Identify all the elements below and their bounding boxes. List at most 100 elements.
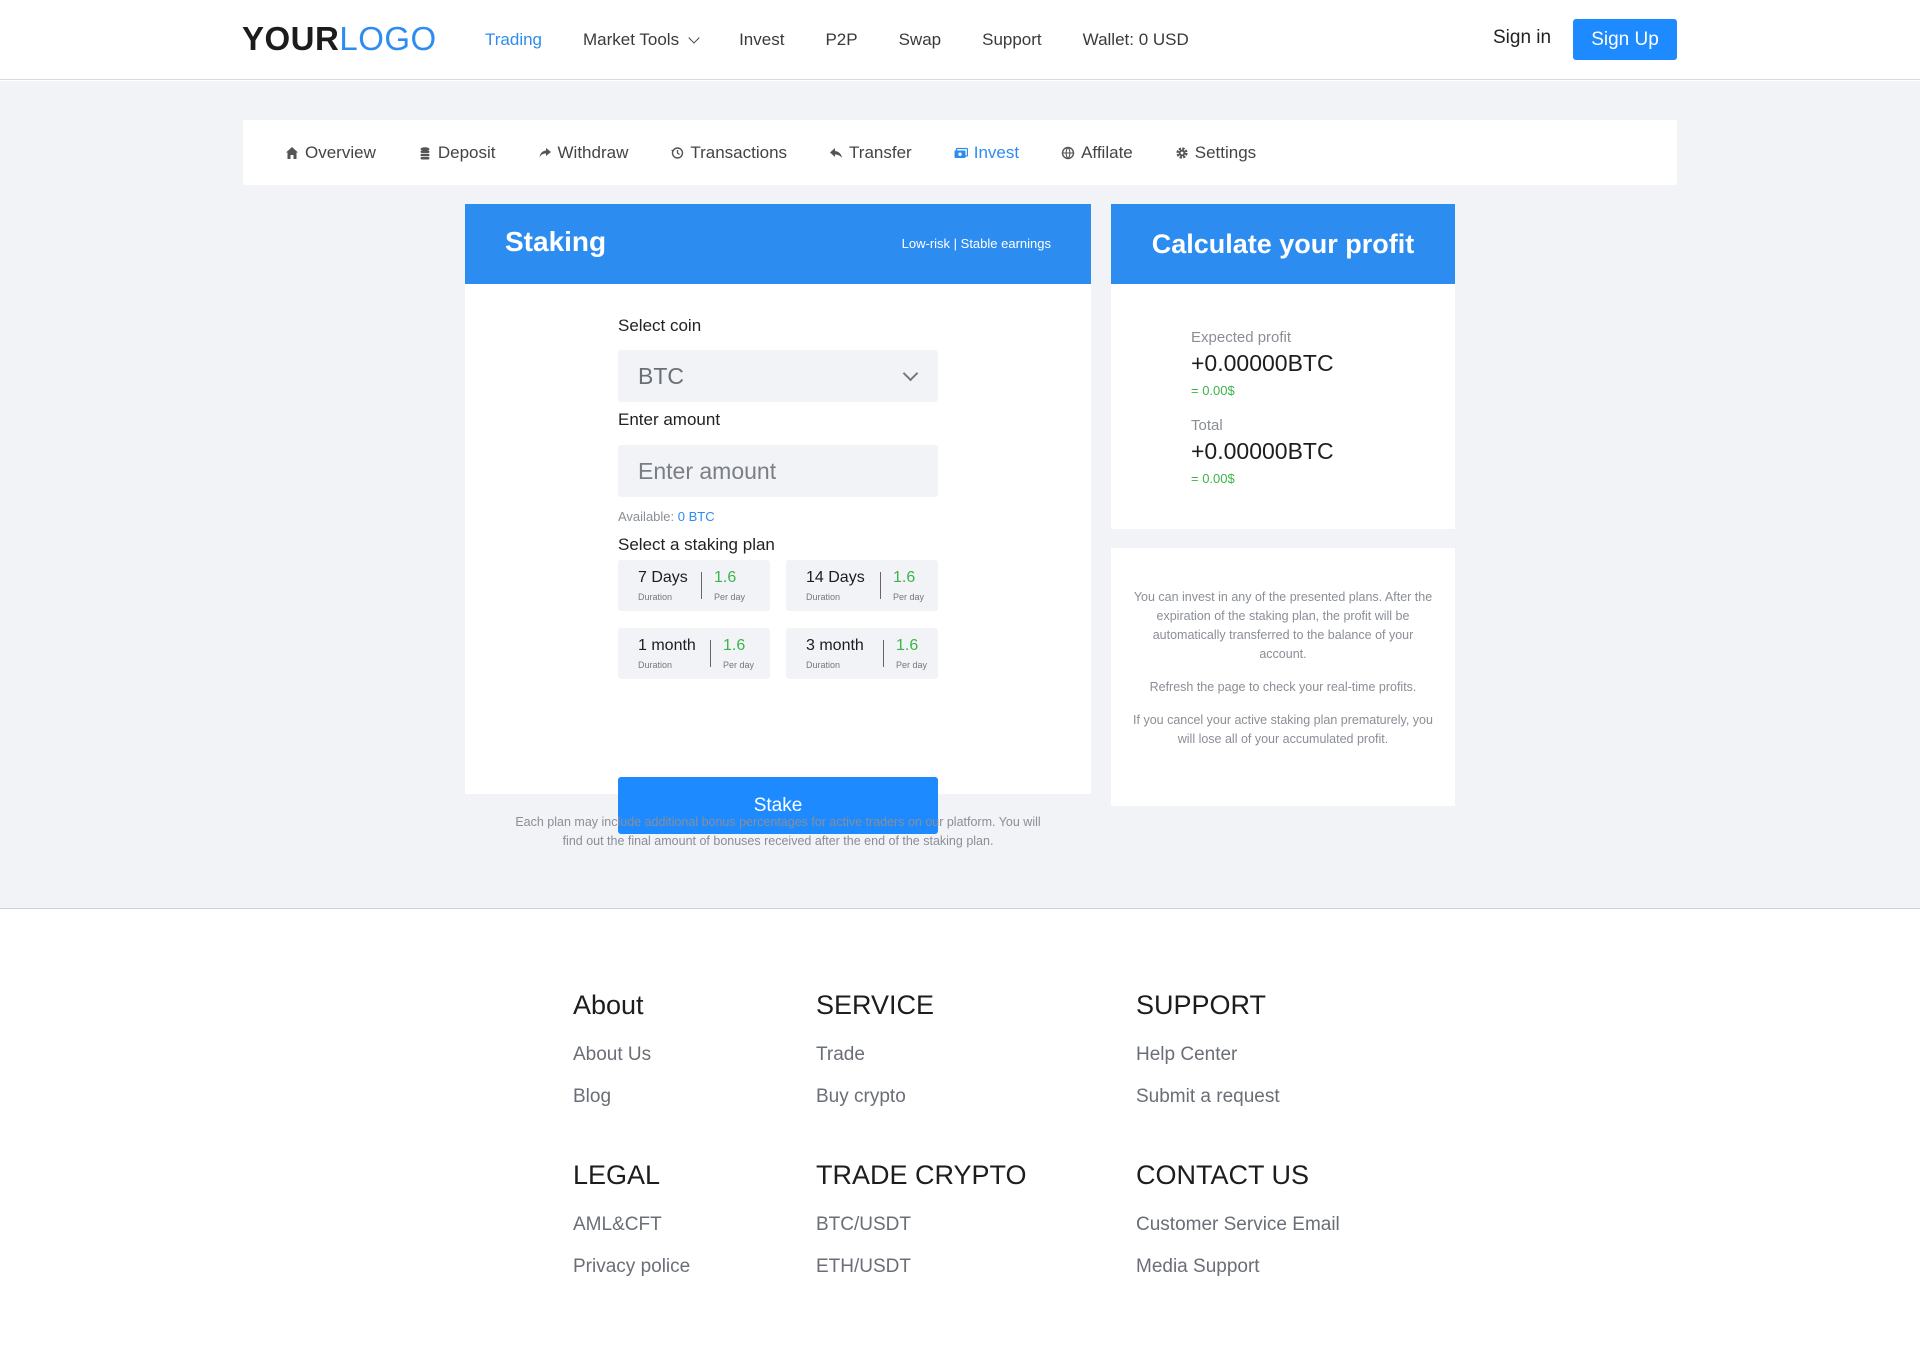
footer-about: About About Us Blog <box>573 990 651 1128</box>
plan-duration-label: Duration <box>806 660 841 670</box>
coin-select-value: BTC <box>638 363 684 389</box>
plan-option-3-month[interactable]: 3 month Duration 1.6 Per day <box>786 628 938 679</box>
calculator-title: Calculate your profit <box>1111 204 1455 284</box>
info-paragraph: Refresh the page to check your real-time… <box>1149 680 1417 694</box>
sign-up-button[interactable]: Sign Up <box>1573 19 1677 60</box>
tab-transactions[interactable]: Transactions <box>670 143 787 163</box>
plan-option-14-days[interactable]: 14 Days Duration 1.6 Per day <box>786 560 938 611</box>
tab-affilate[interactable]: Affilate <box>1061 143 1133 163</box>
footer-link-media-support[interactable]: Media Support <box>1136 1256 1340 1279</box>
nav-support[interactable]: Support <box>982 30 1042 50</box>
total-label: Total <box>1191 417 1223 434</box>
top-header: YOURLOGO Trading Market Tools Invest P2P… <box>0 0 1920 80</box>
tab-transfer[interactable]: Transfer <box>829 143 912 163</box>
footer-heading: About <box>573 990 644 1020</box>
footer-heading: TRADE CRYPTO <box>816 1160 1027 1190</box>
footer-link-buy-crypto[interactable]: Buy crypto <box>816 1086 934 1109</box>
tab-withdraw[interactable]: Withdraw <box>538 143 628 163</box>
staking-plan-label: Select a staking plan <box>618 535 775 554</box>
main-content: Overview Deposit Withdraw Transactions T… <box>0 81 1920 909</box>
tab-invest[interactable]: Invest <box>954 143 1019 163</box>
footer-heading: CONTACT US <box>1136 1160 1310 1190</box>
logo[interactable]: YOURLOGO <box>242 20 437 58</box>
footer-link-trade[interactable]: Trade <box>816 1044 934 1067</box>
tab-invest-label: Invest <box>973 142 1020 162</box>
nav-market-tools-label: Market Tools <box>583 30 680 49</box>
network-icon <box>1061 146 1075 160</box>
plan-rate-label: Per day <box>893 592 925 602</box>
expected-profit-label: Expected profit <box>1191 329 1292 346</box>
expected-profit-value: +0.00000BTC <box>1191 350 1334 376</box>
footer-link-aml-cft[interactable]: AML&CFT <box>573 1214 690 1237</box>
plan-rate: 1.6 <box>714 569 737 586</box>
footer-link-about-us[interactable]: About Us <box>573 1044 651 1067</box>
select-coin-label: Select coin <box>618 316 702 335</box>
share-icon <box>538 146 552 160</box>
tab-deposit-label: Deposit <box>437 142 496 162</box>
footer-link-blog[interactable]: Blog <box>573 1086 651 1109</box>
plan-option-1-month[interactable]: 1 month Duration 1.6 Per day <box>618 628 770 679</box>
plan-rate-label: Per day <box>896 660 928 670</box>
tab-overview[interactable]: Overview <box>285 143 376 163</box>
tab-overview-label: Overview <box>305 142 376 162</box>
profit-calculator: Expected profit +0.00000BTC = 0.00$ Tota… <box>1111 284 1455 529</box>
coins-icon <box>418 146 432 160</box>
footer-contact: CONTACT US Customer Service Email Media … <box>1136 1160 1340 1298</box>
info-paragraph: You can invest in any of the presented p… <box>1133 590 1433 661</box>
footer-legal: LEGAL AML&CFT Privacy police <box>573 1160 690 1298</box>
amount-input[interactable] <box>618 445 938 497</box>
footer-link-help-center[interactable]: Help Center <box>1136 1044 1280 1067</box>
history-icon <box>670 146 684 160</box>
expected-profit-usd: = 0.00$ <box>1191 383 1235 398</box>
nav-market-tools[interactable]: Market Tools <box>583 30 700 50</box>
plan-duration: 1 month <box>638 637 696 654</box>
nav-trading[interactable]: Trading <box>485 30 542 50</box>
account-tabs: Overview Deposit Withdraw Transactions T… <box>243 120 1677 185</box>
total-value: +0.00000BTC <box>1191 438 1334 464</box>
available-value[interactable]: 0 BTC <box>678 509 715 524</box>
footer-link-submit-request[interactable]: Submit a request <box>1136 1086 1280 1109</box>
nav-p2p[interactable]: P2P <box>825 30 857 50</box>
plan-rate-label: Per day <box>723 660 755 670</box>
plan-duration-label: Duration <box>806 592 841 602</box>
logo-part-logo: LOGO <box>339 20 437 57</box>
tab-deposit[interactable]: Deposit <box>418 143 496 163</box>
footer-trade-crypto: TRADE CRYPTO BTC/USDT ETH/USDT <box>816 1160 1027 1298</box>
plan-divider <box>710 640 711 667</box>
info-paragraph: If you cancel your active staking plan p… <box>1133 713 1433 746</box>
coin-select[interactable]: BTC <box>618 350 938 402</box>
plan-rate-label: Per day <box>714 592 746 602</box>
staking-subtitle: Low-risk | Stable earnings <box>901 236 1051 251</box>
footer-heading: LEGAL <box>573 1160 661 1190</box>
chevron-down-icon <box>688 32 700 44</box>
sign-in-link[interactable]: Sign in <box>1493 27 1551 49</box>
plan-rate: 1.6 <box>893 569 916 586</box>
footer-link-btc-usdt[interactable]: BTC/USDT <box>816 1214 1027 1237</box>
staking-form: Select coin BTC Enter amount Available: … <box>465 284 1091 834</box>
plan-duration-label: Duration <box>638 592 673 602</box>
nav-wallet[interactable]: Wallet: 0 USD <box>1083 30 1189 50</box>
available-balance: Available: 0 BTC <box>618 509 715 524</box>
plan-duration: 7 Days <box>638 569 688 586</box>
plan-rate: 1.6 <box>896 637 919 654</box>
tab-affilate-label: Affilate <box>1081 142 1133 162</box>
total-usd: = 0.00$ <box>1191 471 1235 486</box>
chevron-down-icon <box>902 365 919 382</box>
gear-icon <box>1175 146 1189 160</box>
home-icon <box>285 146 299 160</box>
staking-header: Staking Low-risk | Stable earnings <box>465 204 1091 284</box>
plan-option-7-days[interactable]: 7 Days Duration 1.6 Per day <box>618 560 770 611</box>
staking-info: You can invest in any of the presented p… <box>1111 548 1455 806</box>
tab-transactions-label: Transactions <box>690 142 788 162</box>
nav-invest[interactable]: Invest <box>739 30 784 50</box>
footer-heading: SUPPORT <box>1136 990 1267 1020</box>
tab-settings-label: Settings <box>1194 142 1257 162</box>
footer-link-customer-email[interactable]: Customer Service Email <box>1136 1214 1340 1237</box>
footer-link-eth-usdt[interactable]: ETH/USDT <box>816 1256 1027 1279</box>
footer-link-privacy[interactable]: Privacy police <box>573 1256 690 1279</box>
tab-transfer-label: Transfer <box>849 142 912 162</box>
nav-swap[interactable]: Swap <box>899 30 942 50</box>
footer-service: SERVICE Trade Buy crypto <box>816 990 934 1128</box>
reply-icon <box>829 146 843 160</box>
tab-settings[interactable]: Settings <box>1175 143 1256 163</box>
